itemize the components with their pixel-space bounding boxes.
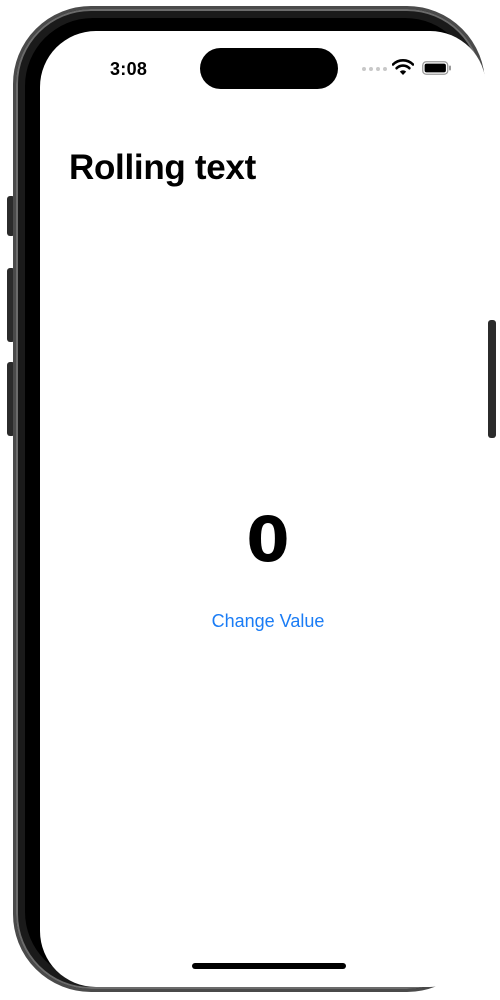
change-value-button[interactable]: Change Value [163, 604, 373, 638]
app-screen: 3:08 Rolling text 0 Change Value [40, 31, 486, 987]
status-time: 3:08 [110, 59, 148, 79]
dynamic-island [200, 48, 338, 89]
counter-value: 0 [246, 503, 290, 576]
page-title: Rolling text [69, 148, 256, 187]
power-button[interactable] [488, 320, 496, 438]
status-bar: 3:08 [40, 31, 486, 101]
battery-icon [422, 61, 451, 75]
home-indicator[interactable] [192, 963, 346, 969]
cellular-signal-icon [362, 67, 388, 73]
wifi-icon [392, 59, 414, 75]
phone-frame: 3:08 Rolling text 0 Change Value [13, 6, 486, 992]
simulator-canvas: 3:08 Rolling text 0 Change Value [0, 0, 500, 1000]
